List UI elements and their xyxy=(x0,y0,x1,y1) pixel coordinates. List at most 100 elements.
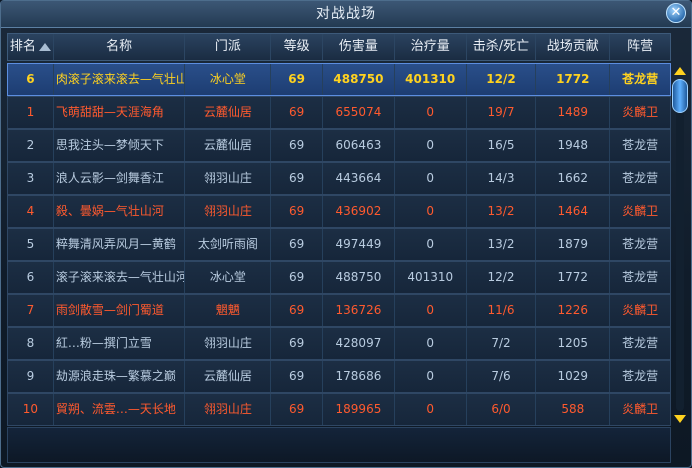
rank-cell: 7 xyxy=(8,295,54,326)
table-row[interactable]: 4 殺、曇娲—气壮山河 翎羽山庄 69 436902 0 13/2 1464 炎麟卫 xyxy=(7,195,671,228)
column-header-camp[interactable]: 阵营 xyxy=(610,34,670,60)
close-icon[interactable]: ✕ xyxy=(666,3,686,23)
level-cell: 69 xyxy=(271,328,324,359)
camp-cell: 苍龙营 xyxy=(622,369,659,383)
scrollbar-track[interactable] xyxy=(676,79,684,411)
damage-cell: 178686 xyxy=(323,361,395,392)
scroll-up-icon[interactable] xyxy=(673,65,687,77)
camp-cell: 苍龙营 xyxy=(622,171,659,185)
column-header-level[interactable]: 等级 xyxy=(271,34,324,60)
scrollbar-thumb[interactable] xyxy=(672,79,688,113)
scroll-down-icon[interactable] xyxy=(673,413,687,425)
table-row[interactable]: 7 雨剑散雪—剑门蜀道 魍魉 69 136726 0 11/6 1226 炎麟卫 xyxy=(7,294,671,327)
sect-cell: 云麓仙居 xyxy=(185,130,272,161)
kills-deaths-cell: 6/0 xyxy=(467,394,537,425)
rank-cell: 6 xyxy=(8,64,54,95)
level-cell: 69 xyxy=(271,163,324,194)
damage-cell: 189965 xyxy=(323,394,395,425)
damage-cell: 136726 xyxy=(323,295,395,326)
contribution-cell: 1879 xyxy=(536,229,611,260)
damage-cell: 428097 xyxy=(323,328,395,359)
column-header-kills-deaths[interactable]: 击杀/死亡 xyxy=(467,34,537,60)
sect-cell: 翎羽山庄 xyxy=(185,394,272,425)
level-cell: 69 xyxy=(271,262,324,293)
sect-cell: 太剑听雨阁 xyxy=(185,229,272,260)
column-header-healing[interactable]: 治疗量 xyxy=(395,34,467,60)
rank-cell: 8 xyxy=(8,328,54,359)
healing-cell: 0 xyxy=(395,361,467,392)
kills-deaths-cell: 19/7 xyxy=(467,97,537,128)
level-cell: 69 xyxy=(271,295,324,326)
healing-cell: 401310 xyxy=(395,262,467,293)
camp-cell: 炎麟卫 xyxy=(622,204,659,218)
camp-cell: 苍龙营 xyxy=(622,237,659,251)
level-cell: 69 xyxy=(271,229,324,260)
healing-cell: 0 xyxy=(395,229,467,260)
rank-cell: 10 xyxy=(8,394,54,425)
name-cell: 殺、曇娲—气壮山河 xyxy=(54,196,186,227)
table-row[interactable]: 9 劫源浪走珠—繁慕之巅 云麓仙居 69 178686 0 7/6 1029 苍龙营 xyxy=(7,360,671,393)
sect-cell: 魍魉 xyxy=(185,295,272,326)
column-header-contribution[interactable]: 战场贡献 xyxy=(536,34,611,60)
level-cell: 69 xyxy=(271,64,324,95)
title-bar: 对战战场 ✕ xyxy=(1,1,691,28)
level-cell: 69 xyxy=(271,196,324,227)
level-cell: 69 xyxy=(271,130,324,161)
level-cell: 69 xyxy=(271,394,324,425)
healing-cell: 0 xyxy=(395,328,467,359)
own-player-row[interactable]: 6肉滚子滚来滚去—气壮山河冰心堂6948875040131012/21772 苍龙… xyxy=(7,63,671,96)
contribution-cell: 1772 xyxy=(536,64,611,95)
level-cell: 69 xyxy=(271,361,324,392)
rank-cell: 1 xyxy=(8,97,54,128)
table-row[interactable]: 5 粹舞清风弄风月—黄鹤 太剑听雨阁 69 497449 0 13/2 1879 苍龙营 xyxy=(7,228,671,261)
kills-deaths-cell: 7/2 xyxy=(467,328,537,359)
damage-cell: 655074 xyxy=(323,97,395,128)
damage-cell: 488750 xyxy=(323,64,395,95)
name-cell: 浪人云影—剑舞香江 xyxy=(54,163,186,194)
column-header-rank[interactable]: 排名 xyxy=(8,34,54,60)
contribution-cell: 1772 xyxy=(536,262,611,293)
rank-cell: 5 xyxy=(8,229,54,260)
kills-deaths-cell: 13/2 xyxy=(467,229,537,260)
table-row[interactable]: 8 紅…粉—撰门立雪 翎羽山庄 69 428097 0 7/2 1205 苍龙营 xyxy=(7,327,671,360)
healing-cell: 0 xyxy=(395,163,467,194)
table-row[interactable]: 1 飞萌甜甜—天涯海角 云麓仙居 69 655074 0 19/7 1489 炎麟卫 xyxy=(7,96,671,129)
contribution-cell: 1464 xyxy=(536,196,611,227)
column-header-damage[interactable]: 伤害量 xyxy=(323,34,395,60)
rank-cell: 3 xyxy=(8,163,54,194)
damage-cell: 436902 xyxy=(323,196,395,227)
damage-cell: 488750 xyxy=(323,262,395,293)
scrollbar[interactable] xyxy=(672,65,688,425)
ranking-table: 6肉滚子滚来滚去—气壮山河冰心堂6948875040131012/21772苍龙… xyxy=(7,63,671,426)
name-cell: 思我注头—梦倾天下 xyxy=(54,130,186,161)
sect-cell: 云麓仙居 xyxy=(185,97,272,128)
table-row[interactable]: 2 思我注头—梦倾天下 云麓仙居 69 606463 0 16/5 1948 苍龙营 xyxy=(7,129,671,162)
sect-cell: 冰心堂 xyxy=(185,262,272,293)
name-cell: 粹舞清风弄风月—黄鹤 xyxy=(54,229,186,260)
camp-cell: 苍龙营 xyxy=(622,270,659,284)
footer-panel xyxy=(7,427,671,463)
contribution-cell: 1948 xyxy=(536,130,611,161)
rank-cell: 2 xyxy=(8,130,54,161)
contribution-cell: 1489 xyxy=(536,97,611,128)
healing-cell: 0 xyxy=(395,196,467,227)
kills-deaths-cell: 11/6 xyxy=(467,295,537,326)
kills-deaths-cell: 12/2 xyxy=(467,262,537,293)
name-cell: 雨剑散雪—剑门蜀道 xyxy=(54,295,186,326)
table-row[interactable]: 3 浪人云影—剑舞香江 翎羽山庄 69 443664 0 14/3 1662 苍龙营 xyxy=(7,162,671,195)
rank-cell: 9 xyxy=(8,361,54,392)
damage-cell: 497449 xyxy=(323,229,395,260)
camp-cell: 苍龙营 xyxy=(622,336,659,350)
name-cell: 貿朔、流雲…—天长地 xyxy=(54,394,186,425)
table-header: 排名 名称 门派 等级 伤害量 治疗量 击杀/死亡 战场贡献 阵营 xyxy=(7,33,671,61)
table-row[interactable]: 6 滚子滚来滚去—气壮山河 冰心堂 69 488750 401310 12/2 1772 苍龙营 xyxy=(7,261,671,294)
window-title: 对战战场 xyxy=(316,6,376,22)
sect-cell: 翎羽山庄 xyxy=(185,163,272,194)
contribution-cell: 1205 xyxy=(536,328,611,359)
name-cell: 紅…粉—撰门立雪 xyxy=(54,328,186,359)
camp-cell: 炎麟卫 xyxy=(622,402,659,416)
table-row[interactable]: 10 貿朔、流雲…—天长地 翎羽山庄 69 189965 0 6/0 588 炎麟卫 xyxy=(7,393,671,426)
column-header-sect[interactable]: 门派 xyxy=(185,34,272,60)
column-header-name[interactable]: 名称 xyxy=(54,34,186,60)
sect-cell: 翎羽山庄 xyxy=(185,196,272,227)
